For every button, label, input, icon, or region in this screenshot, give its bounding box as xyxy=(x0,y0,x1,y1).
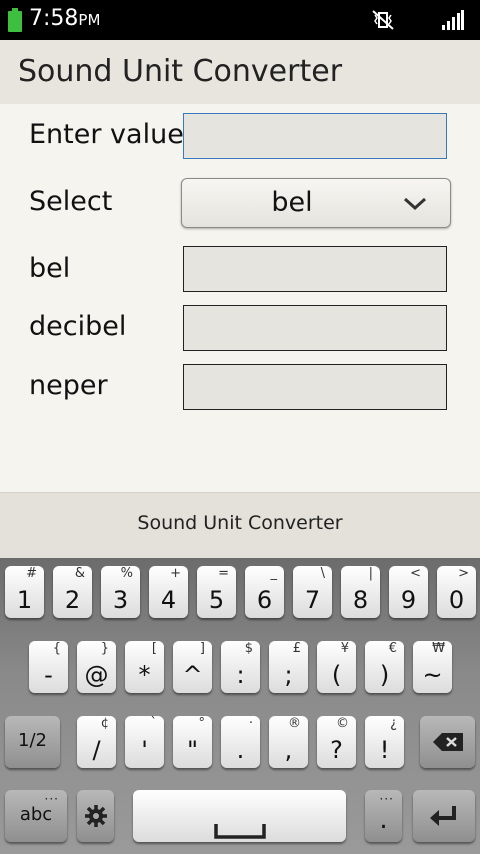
shift-page-key[interactable]: 1/2 xyxy=(5,716,60,768)
period-key[interactable]: ···. xyxy=(365,790,402,842)
enter-key[interactable] xyxy=(413,790,475,842)
space-icon xyxy=(213,824,266,839)
key-colon[interactable]: $: xyxy=(221,641,260,693)
key-caret[interactable]: ] ^ xyxy=(173,641,212,693)
result-field-decibel xyxy=(183,305,447,351)
key-quote[interactable]: ° " xyxy=(173,716,212,768)
result-label-neper: neper xyxy=(29,370,108,401)
key-3[interactable]: % 3 xyxy=(101,566,140,618)
gear-icon xyxy=(84,805,107,827)
result-field-neper xyxy=(183,364,447,410)
result-field-bel xyxy=(183,246,447,292)
key-6[interactable]: _ 6 xyxy=(245,566,284,618)
key-apostrophe[interactable]: ` ' xyxy=(125,716,164,768)
backspace-icon xyxy=(432,733,463,751)
space-key[interactable] xyxy=(133,790,346,842)
key-period[interactable]: ·. xyxy=(221,716,260,768)
key-2[interactable]: & 2 xyxy=(53,566,92,618)
key-9[interactable]: <9 xyxy=(389,566,428,618)
app-title: Sound Unit Converter xyxy=(18,54,343,89)
enter-value-input[interactable] xyxy=(183,113,447,159)
key-minus[interactable]: {- xyxy=(29,641,68,693)
key-question[interactable]: ©? xyxy=(317,716,356,768)
clock: 7:58PM xyxy=(29,6,101,31)
result-label-bel: bel xyxy=(29,253,71,284)
key-exclamation[interactable]: ¿! xyxy=(365,716,404,768)
key-5[interactable]: = 5 xyxy=(197,566,236,618)
key-comma[interactable]: ®, xyxy=(269,716,308,768)
key-semicolon[interactable]: £; xyxy=(269,641,308,693)
settings-key[interactable] xyxy=(77,790,114,842)
vibrate-mute-icon xyxy=(372,10,394,30)
result-label-decibel: decibel xyxy=(29,311,127,342)
battery-icon xyxy=(8,8,22,32)
keyboard-title: Sound Unit Converter xyxy=(137,512,343,534)
key-0[interactable]: >0 xyxy=(437,566,476,618)
backspace-key[interactable] xyxy=(420,716,475,768)
enter-icon xyxy=(430,806,456,826)
signal-icon xyxy=(442,10,464,30)
unit-select-value: bel xyxy=(271,187,313,218)
key-tilde[interactable]: ₩ ~ xyxy=(413,641,452,693)
abc-key[interactable]: ··· abc xyxy=(5,790,67,842)
key-7[interactable]: \ 7 xyxy=(293,566,332,618)
key-slash[interactable]: ¢ / xyxy=(77,716,116,768)
key-open-paren[interactable]: ¥( xyxy=(317,641,356,693)
chevron-down-icon xyxy=(403,197,427,211)
unit-select[interactable]: bel xyxy=(181,178,451,228)
select-label: Select xyxy=(29,186,113,217)
key-asterisk[interactable]: [* xyxy=(125,641,164,693)
enter-value-label: Enter value xyxy=(29,119,184,150)
title-bar: Sound Unit Converter xyxy=(0,40,480,104)
key-4[interactable]: +4 xyxy=(149,566,188,618)
soft-keyboard: #1 & 2 % 3 +4 = 5 _ 6 \ 7 | 8 <9 >0 {- } @ [* ]… xyxy=(0,558,480,854)
key-1[interactable]: #1 xyxy=(5,566,44,618)
keyboard-title-bar: Sound Unit Converter xyxy=(0,492,480,559)
key-at[interactable]: } @ xyxy=(77,641,116,693)
key-8[interactable]: | 8 xyxy=(341,566,380,618)
key-close-paren[interactable]: €) xyxy=(365,641,404,693)
status-bar: 7:58PM xyxy=(0,0,480,40)
